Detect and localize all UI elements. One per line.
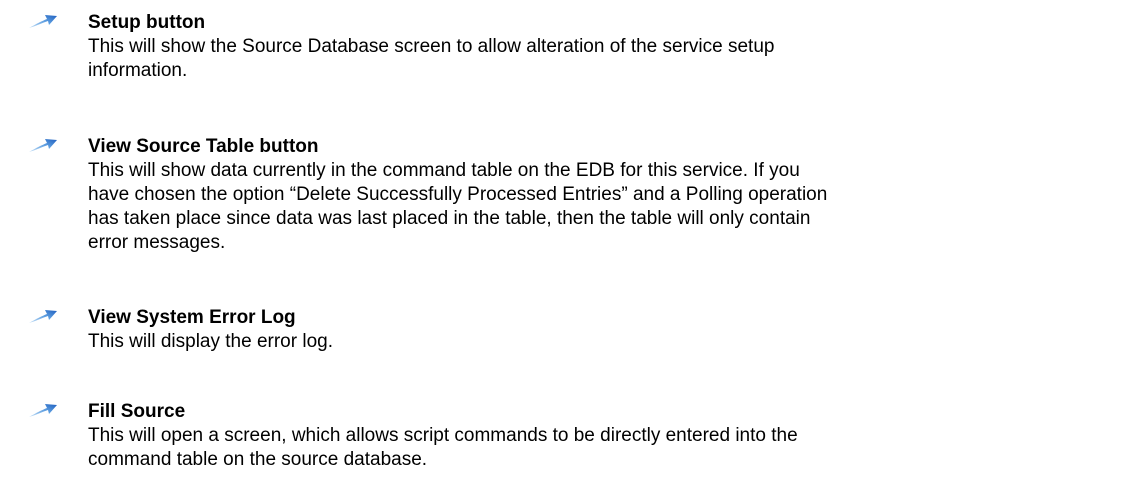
description-line: This will show data currently in the com… <box>88 160 800 181</box>
entry-title: Setup button <box>88 12 206 33</box>
description-line: have chosen the option “Delete Successfu… <box>88 184 828 205</box>
description-line: has taken place since data was last plac… <box>88 208 811 229</box>
entry-view-system-error-log: View System Error Log This will display … <box>0 306 1125 358</box>
blue-arrow-bullet-icon <box>28 12 58 30</box>
document-page: Setup button This will show the Source D… <box>0 0 1125 499</box>
entry-title: Fill Source <box>88 401 186 422</box>
entry-title: View Source Table button <box>88 136 319 157</box>
entry-description: This will open a screen, which allows sc… <box>88 424 1118 472</box>
entry-setup-button: Setup button This will show the Source D… <box>0 11 1125 91</box>
entry-description: This will display the error log. <box>88 330 1118 354</box>
description-line: This will show the Source Database scree… <box>88 36 775 57</box>
blue-arrow-bullet-icon <box>28 307 58 325</box>
blue-arrow-bullet-icon <box>28 136 58 154</box>
description-line: command table on the source database. <box>88 449 428 470</box>
description-line: error messages. <box>88 232 226 253</box>
entry-fill-source: Fill Source This will open a screen, whi… <box>0 400 1125 478</box>
description-line: information. <box>88 60 188 81</box>
blue-arrow-bullet-icon <box>28 401 58 419</box>
entry-description: This will show data currently in the com… <box>88 159 1118 255</box>
entry-title: View System Error Log <box>88 307 296 328</box>
entry-description: This will show the Source Database scree… <box>88 35 1118 83</box>
description-line: This will display the error log. <box>88 331 333 352</box>
entry-view-source-table-button: View Source Table button This will show … <box>0 135 1125 265</box>
description-line: This will open a screen, which allows sc… <box>88 425 798 446</box>
